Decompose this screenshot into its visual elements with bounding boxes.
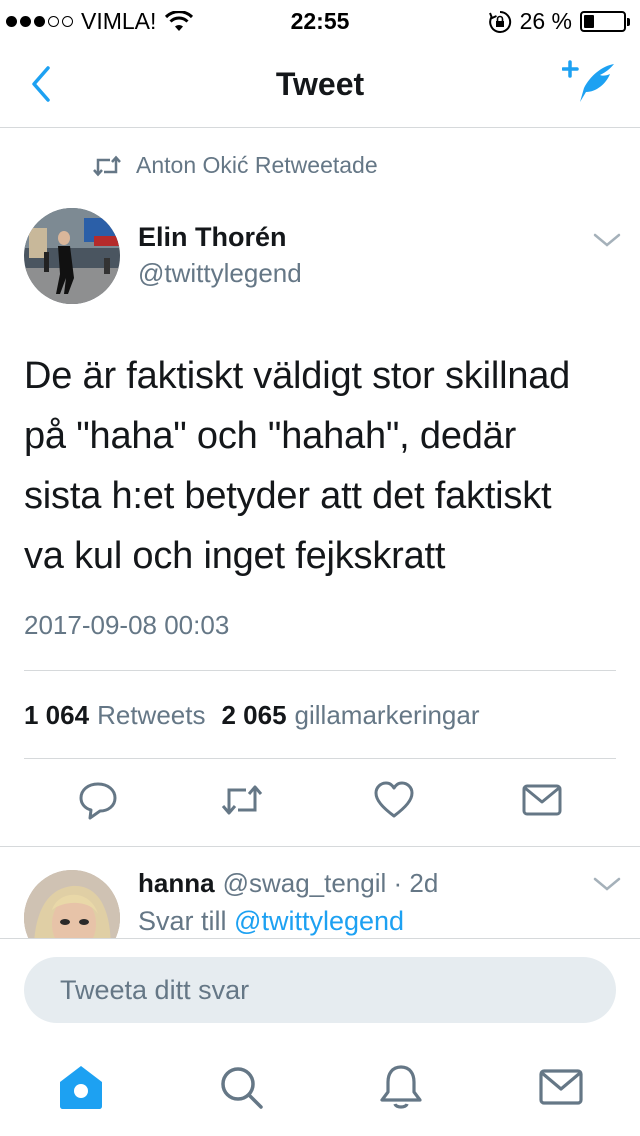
reply-to-prefix: Svar till (138, 906, 227, 936)
chevron-down-icon[interactable] (592, 874, 622, 894)
reply-header: hanna @swag_tengil · 2d (138, 868, 438, 899)
reply-list: hanna @swag_tengil · 2d Svar till @twitty… (0, 0, 640, 938)
messages-envelope-icon[interactable] (536, 1062, 586, 1112)
home-icon[interactable] (56, 1062, 106, 1112)
tab-bar (0, 1040, 640, 1136)
search-icon[interactable] (216, 1062, 266, 1112)
reply-to-link[interactable]: @twittylegend (234, 906, 404, 936)
reply-author-name[interactable]: hanna (138, 868, 215, 898)
reply-handle-time[interactable]: @swag_tengil · 2d (223, 868, 439, 898)
reply-input[interactable]: Tweeta ditt svar (24, 957, 616, 1023)
reply-composer: Tweeta ditt svar (0, 938, 640, 1040)
reply-avatar[interactable] (24, 870, 120, 938)
notifications-bell-icon[interactable] (376, 1062, 426, 1112)
reply-input-placeholder: Tweeta ditt svar (60, 974, 250, 1005)
reply-to: Svar till @twittylegend (138, 906, 404, 937)
